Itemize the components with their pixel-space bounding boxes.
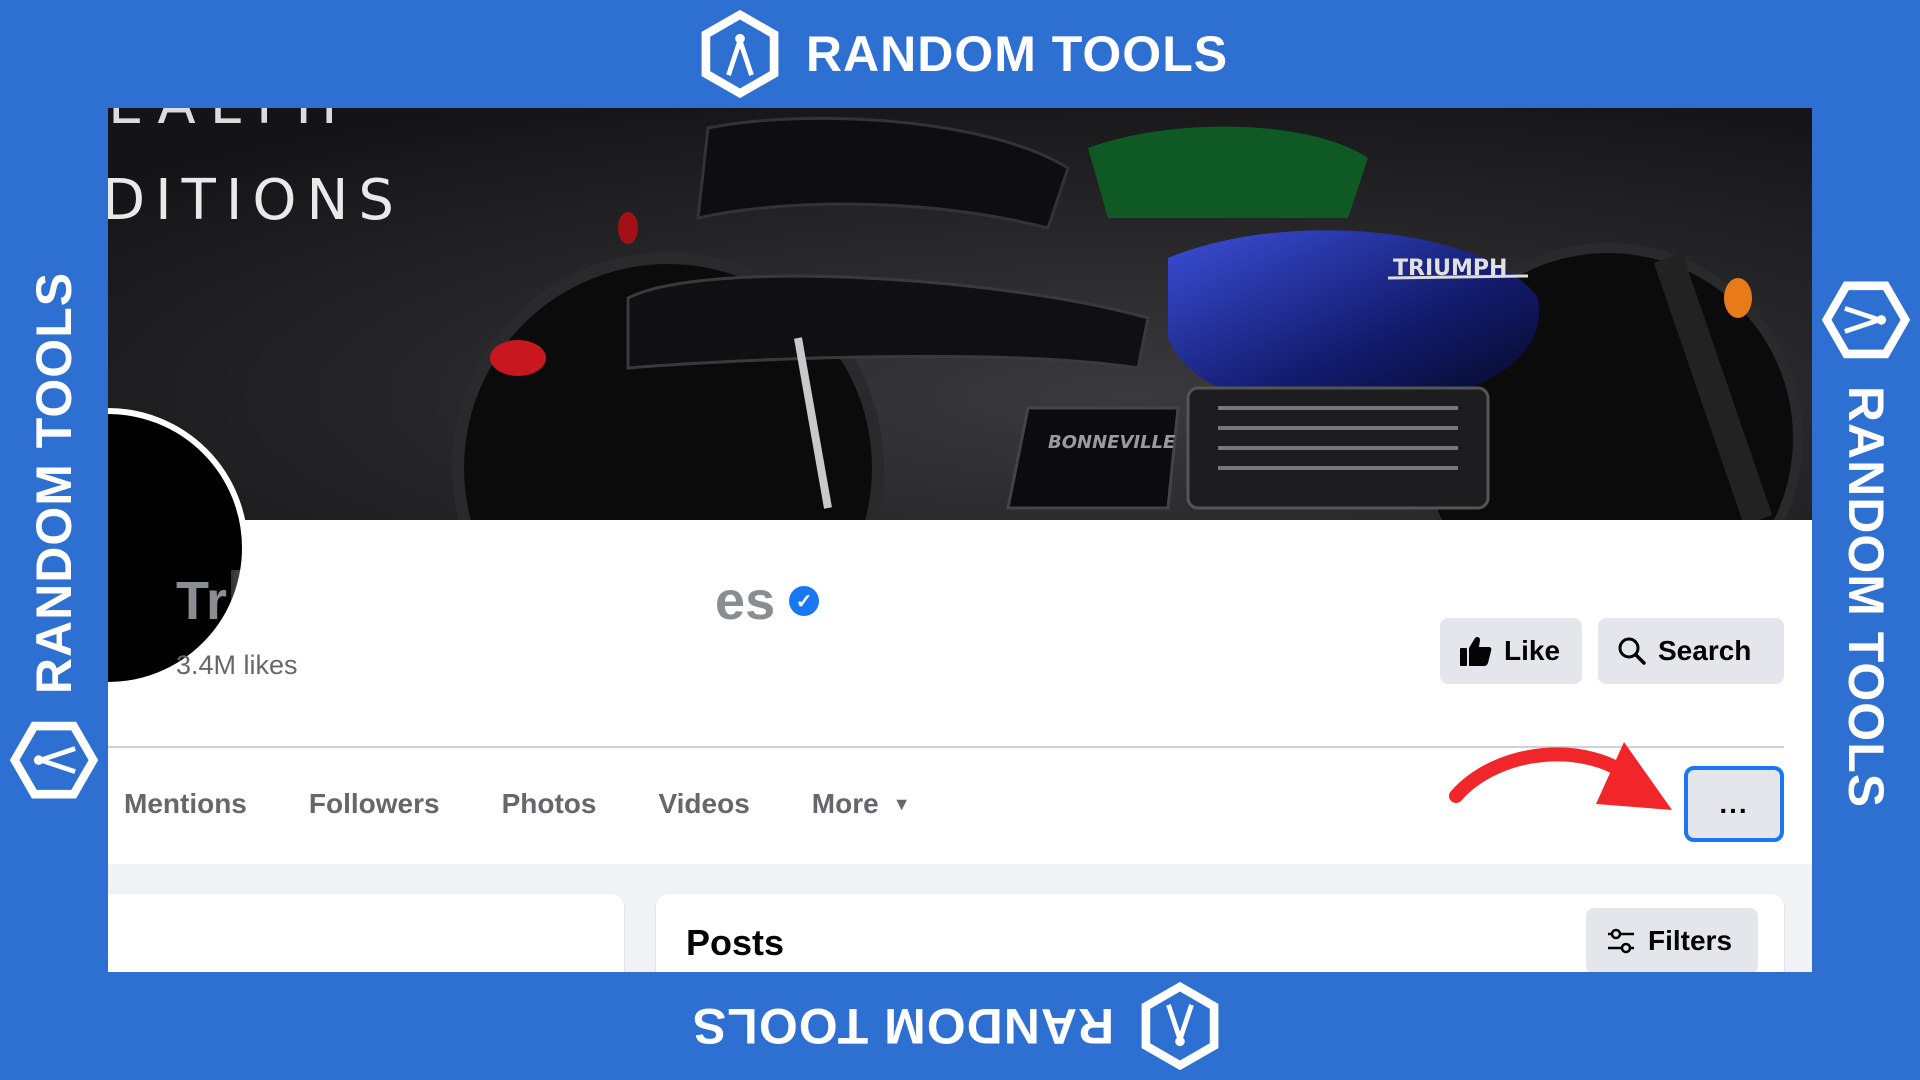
facebook-page-screenshot: TRIUMPH BONNEVILLE EALTH DITIONS Tr: [108, 108, 1812, 972]
brand-text: RANDOM TOOLS: [691, 998, 1115, 1054]
cover-text-top: EALTH: [108, 108, 352, 137]
filters-icon: [1608, 928, 1634, 954]
tab-mentions[interactable]: Mentions: [124, 788, 247, 820]
tab-more[interactable]: More ▼: [812, 788, 911, 820]
cover-photo: TRIUMPH BONNEVILLE EALTH DITIONS: [108, 108, 1812, 520]
posts-card: Posts Filters: [656, 894, 1784, 972]
page-name-start: Tr: [176, 571, 228, 631]
tab-more-label: More: [811, 788, 879, 819]
bonneville-badge: BONNEVILLE: [1048, 432, 1176, 453]
compass-logo-icon: [701, 9, 779, 99]
search-label: Search: [1658, 635, 1752, 666]
brand-text: RANDOM TOOLS: [805, 26, 1229, 82]
brand-text: RANDOM TOOLS: [26, 271, 82, 695]
compass-logo-icon: [9, 721, 99, 799]
intro-card: [108, 894, 624, 972]
likes-count: 3.4M likes: [176, 650, 298, 680]
tab-photos[interactable]: Photos: [502, 788, 597, 820]
redacted-name: [231, 570, 712, 632]
page-title: Tr es ✓: [176, 570, 820, 632]
search-button[interactable]: Search: [1598, 618, 1784, 684]
thumbs-up-icon: [1460, 636, 1492, 666]
caret-down-icon: ▼: [892, 793, 911, 814]
brand-footer: RANDOM TOOLS: [0, 972, 1920, 1080]
tab-followers[interactable]: Followers: [309, 788, 440, 820]
brand-right: RANDOM TOOLS: [1812, 108, 1920, 972]
verified-badge-icon: ✓: [789, 586, 820, 616]
search-icon: [1618, 637, 1646, 665]
more-options-icon: ...: [1719, 788, 1749, 819]
filters-label: Filters: [1648, 925, 1733, 956]
filters-button[interactable]: Filters: [1586, 908, 1758, 972]
compass-logo-icon: [1821, 281, 1911, 359]
brand-left: RANDOM TOOLS: [0, 108, 108, 972]
compass-logo-icon: [1141, 981, 1219, 1071]
page-name-end: es: [715, 571, 776, 631]
like-label: Like: [1504, 635, 1561, 666]
brand-header: RANDOM TOOLS: [0, 0, 1920, 108]
triumph-badge: TRIUMPH: [1393, 256, 1507, 281]
brand-text: RANDOM TOOLS: [1838, 385, 1894, 809]
cover-text: DITIONS: [108, 168, 404, 233]
red-arrow-icon: [1449, 742, 1672, 810]
like-button[interactable]: Like: [1440, 618, 1582, 684]
posts-title: Posts: [686, 922, 785, 963]
more-options-button[interactable]: ...: [1684, 766, 1784, 842]
tab-videos[interactable]: Videos: [658, 788, 749, 820]
page-tabs: Mentions Followers Photos Videos More ▼: [124, 788, 911, 820]
